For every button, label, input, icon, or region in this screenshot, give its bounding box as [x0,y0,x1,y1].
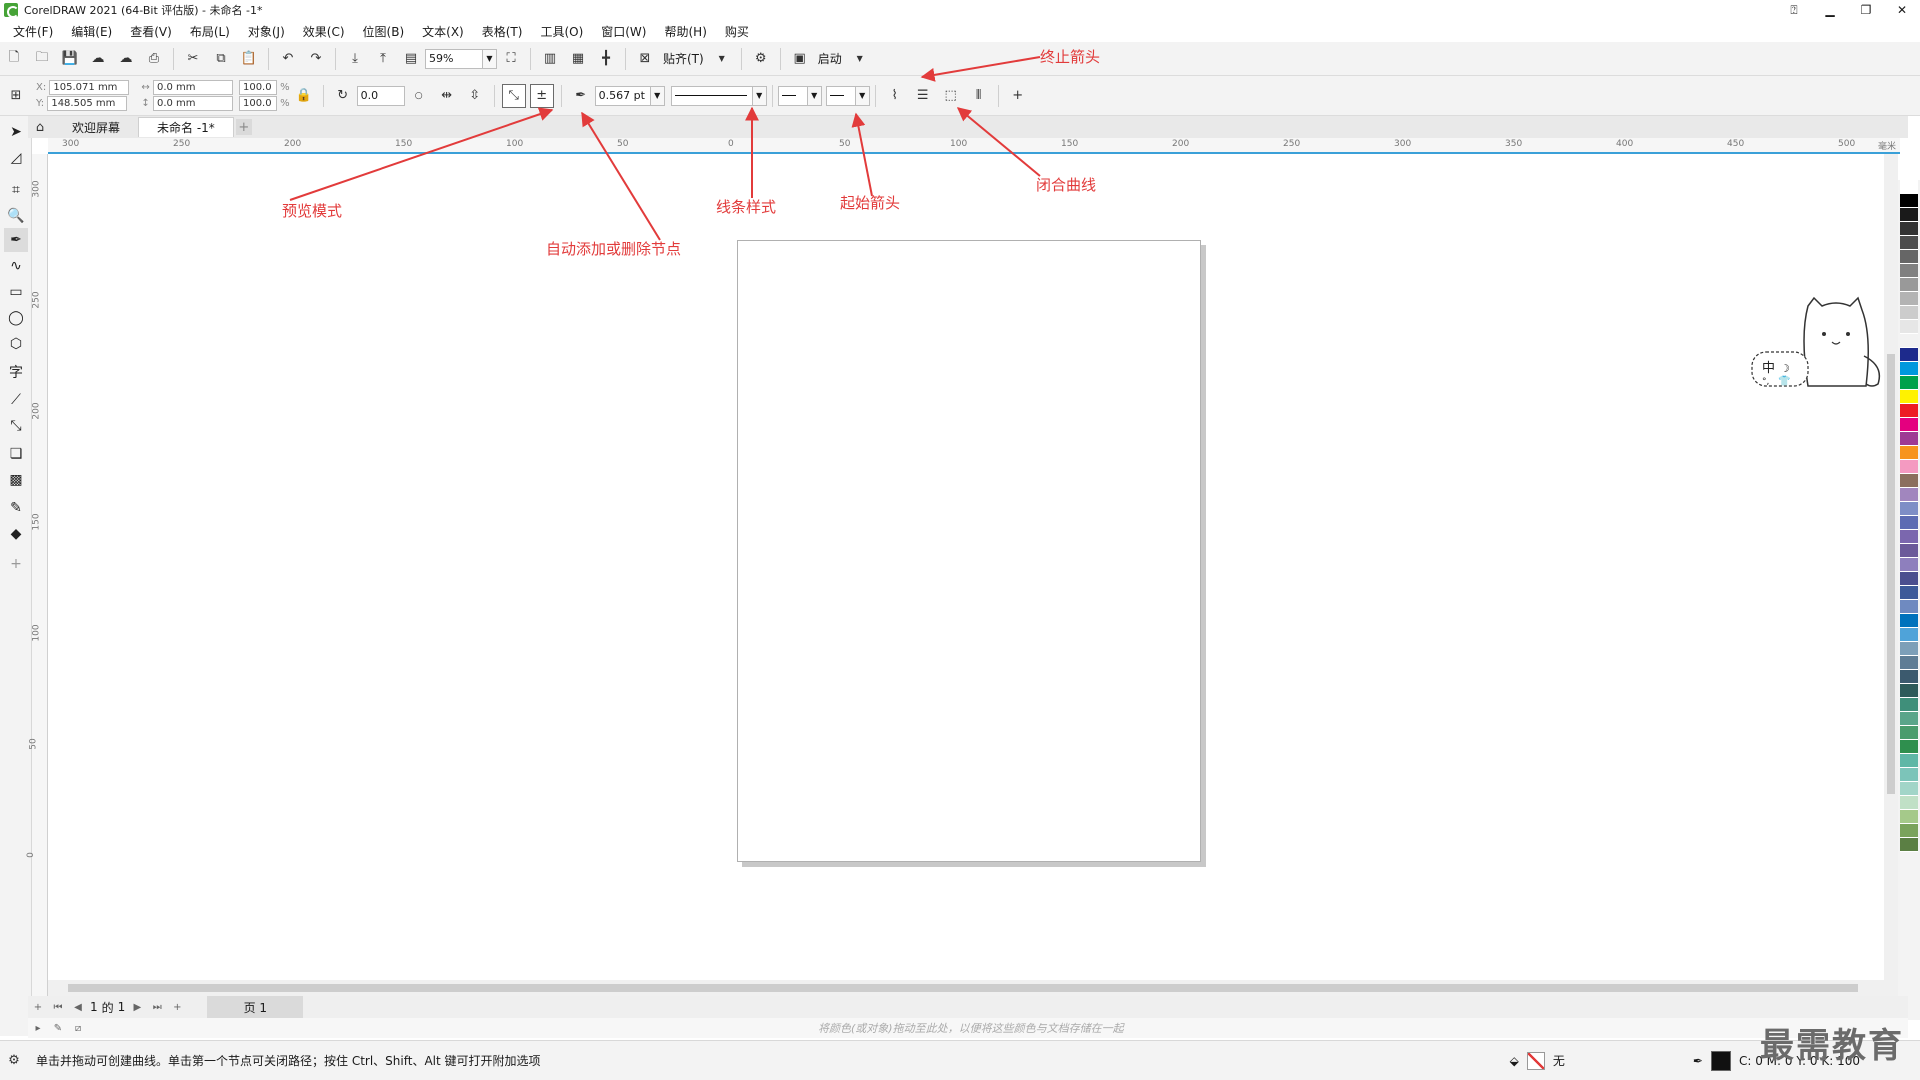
close-curve-pointer [956,107,1041,177]
auto-nodes-pointer [581,111,661,241]
annotation-preview-mode: 预览模式 [282,202,343,220]
annotation-arrows [289,56,1041,241]
watermark: 最需教育 [1760,1026,1904,1066]
end-arrow-pointer [920,56,1041,82]
annotation-start-arrow: 起始箭头 [840,194,901,212]
start-arrow-pointer [851,112,873,197]
annotation-line-style: 线条样式 [716,198,777,216]
preview-mode-pointer [289,107,554,201]
annotation-end-arrow: 终止箭头 [1040,48,1101,66]
annotation-auto-add-delete: 自动添加或删除节点 [546,240,682,258]
annotation-close-curve: 闭合曲线 [1036,176,1097,194]
